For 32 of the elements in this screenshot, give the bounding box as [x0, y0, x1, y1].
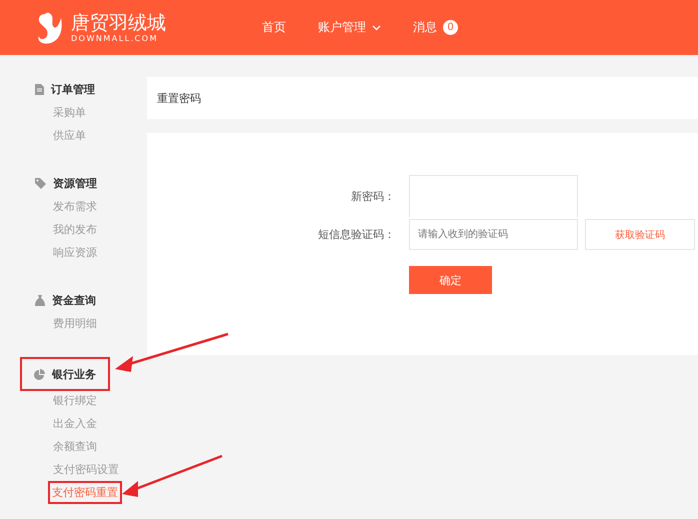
sidebar-heading[interactable]: 资金查询: [35, 288, 147, 312]
nav-link[interactable]: 消息 0: [413, 19, 458, 36]
site-name: 唐贸羽绒城: [71, 12, 166, 34]
sidebar-link[interactable]: 发布需求: [53, 195, 147, 218]
pie-chart-icon: [34, 368, 45, 380]
sidebar-heading[interactable]: 资源管理: [35, 171, 147, 195]
sidebar-link[interactable]: 出金入金: [53, 412, 147, 435]
sidebar-link[interactable]: 余额查询: [53, 435, 147, 458]
sidebar-link[interactable]: 响应资源: [53, 241, 147, 264]
site-domain: DOWNMALL.COM: [71, 34, 159, 43]
sidebar-link[interactable]: 我的发布: [53, 218, 147, 241]
sidebar-link[interactable]: 供应单: [53, 124, 147, 147]
sidebar-link[interactable]: 费用明细: [53, 312, 147, 335]
code-field[interactable]: 请输入收到的验证码: [409, 219, 578, 250]
money-bag-icon: [35, 294, 45, 306]
nav-link[interactable]: 首页: [262, 19, 286, 36]
sidebar-heading[interactable]: 银行业务: [22, 359, 108, 389]
sidebar-link[interactable]: 支付密码设置: [53, 458, 147, 481]
field-label: 短信息验证码：: [317, 227, 396, 242]
message-count: 0: [443, 20, 458, 35]
nav-link[interactable]: 账户管理: [318, 19, 381, 36]
page-title: 重置密码: [157, 90, 201, 106]
confirm-button[interactable]: 确定: [409, 266, 492, 294]
sidebar-heading[interactable]: 订单管理: [35, 77, 147, 101]
sidebar-link[interactable]: 银行绑定: [53, 389, 147, 412]
sidebar-link[interactable]: 支付密码重置: [48, 481, 122, 504]
field-label: 新密码：: [350, 188, 396, 204]
get-code-button[interactable]: 获取验证码: [585, 219, 695, 250]
tag-icon: [35, 178, 46, 188]
document-icon: [35, 84, 44, 94]
password-field[interactable]: [409, 175, 578, 217]
sidebar-link[interactable]: 采购单: [53, 101, 147, 124]
